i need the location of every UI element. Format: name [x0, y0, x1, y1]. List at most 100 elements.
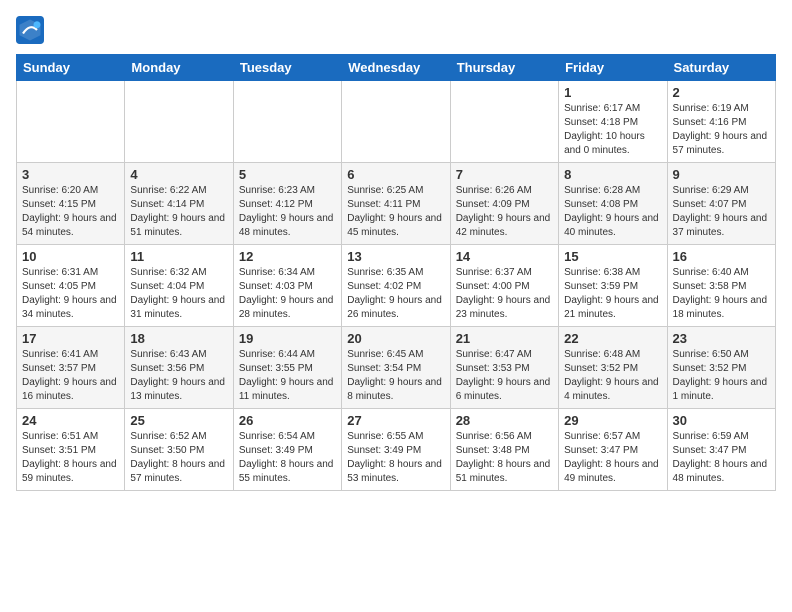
day-info: Sunrise: 6:25 AM Sunset: 4:11 PM Dayligh…	[347, 184, 444, 240]
calendar-cell: 9Sunrise: 6:29 AM Sunset: 4:07 PM Daylig…	[667, 163, 775, 245]
weekday-header-cell: Wednesday	[342, 55, 450, 81]
day-info: Sunrise: 6:48 AM Sunset: 3:52 PM Dayligh…	[564, 348, 661, 404]
logo	[16, 16, 48, 44]
day-number: 11	[130, 249, 227, 264]
day-info: Sunrise: 6:20 AM Sunset: 4:15 PM Dayligh…	[22, 184, 119, 240]
calendar-week-row: 24 Sunrise: 6:51 AM Sunset: 3:51 PM Dayli…	[17, 409, 776, 491]
day-number: 12	[239, 249, 336, 264]
calendar-cell	[450, 81, 558, 163]
day-info: Sunrise: 6:44 AM Sunset: 3:55 PM Dayligh…	[239, 348, 336, 404]
day-number: 7	[456, 167, 553, 182]
calendar-cell	[125, 81, 233, 163]
day-number: 15	[564, 249, 661, 264]
calendar-cell: 1 Sunrise: 6:17 AM Sunset: 4:18 PM Daylig…	[559, 81, 667, 163]
day-number: 16	[673, 249, 770, 264]
day-info: Sunrise: 6:28 AM Sunset: 4:08 PM Dayligh…	[564, 184, 661, 240]
day-info: Sunrise: 6:37 AM Sunset: 4:00 PM Dayligh…	[456, 266, 553, 322]
weekday-header-cell: Sunday	[17, 55, 125, 81]
day-number: 22	[564, 331, 661, 346]
calendar-cell: 26 Sunrise: 6:54 AM Sunset: 3:49 PM Dayli…	[233, 409, 341, 491]
calendar-cell: 21Sunrise: 6:47 AM Sunset: 3:53 PM Dayli…	[450, 327, 558, 409]
day-info: Sunrise: 6:51 AM Sunset: 3:51 PM Dayligh…	[22, 430, 119, 486]
calendar-cell: 3 Sunrise: 6:20 AM Sunset: 4:15 PM Daylig…	[17, 163, 125, 245]
calendar-cell: 10 Sunrise: 6:31 AM Sunset: 4:05 PM Dayli…	[17, 245, 125, 327]
day-info: Sunrise: 6:50 AM Sunset: 3:52 PM Dayligh…	[673, 348, 770, 404]
calendar-cell: 22 Sunrise: 6:48 AM Sunset: 3:52 PM Dayli…	[559, 327, 667, 409]
day-info: Sunrise: 6:23 AM Sunset: 4:12 PM Dayligh…	[239, 184, 336, 240]
calendar-cell: 23 Sunrise: 6:50 AM Sunset: 3:52 PM Dayli…	[667, 327, 775, 409]
day-number: 28	[456, 413, 553, 428]
day-info: Sunrise: 6:31 AM Sunset: 4:05 PM Dayligh…	[22, 266, 119, 322]
calendar-cell	[233, 81, 341, 163]
day-number: 24	[22, 413, 119, 428]
day-number: 27	[347, 413, 444, 428]
weekday-header-row: SundayMondayTuesdayWednesdayThursdayFrid…	[17, 55, 776, 81]
day-info: Sunrise: 6:34 AM Sunset: 4:03 PM Dayligh…	[239, 266, 336, 322]
day-number: 8	[564, 167, 661, 182]
day-info: Sunrise: 6:35 AM Sunset: 4:02 PM Dayligh…	[347, 266, 444, 322]
calendar-week-row: 10 Sunrise: 6:31 AM Sunset: 4:05 PM Dayli…	[17, 245, 776, 327]
logo-icon	[16, 16, 44, 44]
day-info: Sunrise: 6:47 AM Sunset: 3:53 PM Dayligh…	[456, 348, 553, 404]
day-info: Sunrise: 6:17 AM Sunset: 4:18 PM Dayligh…	[564, 102, 661, 158]
day-info: Sunrise: 6:26 AM Sunset: 4:09 PM Dayligh…	[456, 184, 553, 240]
weekday-header-cell: Thursday	[450, 55, 558, 81]
calendar-cell	[17, 81, 125, 163]
calendar-cell: 17 Sunrise: 6:41 AM Sunset: 3:57 PM Dayli…	[17, 327, 125, 409]
day-number: 2	[673, 85, 770, 100]
calendar-cell: 30 Sunrise: 6:59 AM Sunset: 3:47 PM Dayli…	[667, 409, 775, 491]
day-number: 10	[22, 249, 119, 264]
calendar-cell: 24 Sunrise: 6:51 AM Sunset: 3:51 PM Dayli…	[17, 409, 125, 491]
calendar-cell: 19 Sunrise: 6:44 AM Sunset: 3:55 PM Dayli…	[233, 327, 341, 409]
calendar-body: 1 Sunrise: 6:17 AM Sunset: 4:18 PM Daylig…	[17, 81, 776, 491]
day-number: 26	[239, 413, 336, 428]
day-number: 1	[564, 85, 661, 100]
day-info: Sunrise: 6:59 AM Sunset: 3:47 PM Dayligh…	[673, 430, 770, 486]
day-info: Sunrise: 6:56 AM Sunset: 3:48 PM Dayligh…	[456, 430, 553, 486]
calendar-cell: 14 Sunrise: 6:37 AM Sunset: 4:00 PM Dayli…	[450, 245, 558, 327]
calendar-cell: 25Sunrise: 6:52 AM Sunset: 3:50 PM Dayli…	[125, 409, 233, 491]
calendar-cell: 6 Sunrise: 6:25 AM Sunset: 4:11 PM Daylig…	[342, 163, 450, 245]
day-info: Sunrise: 6:19 AM Sunset: 4:16 PM Dayligh…	[673, 102, 770, 158]
day-info: Sunrise: 6:52 AM Sunset: 3:50 PM Dayligh…	[130, 430, 227, 486]
weekday-header-cell: Monday	[125, 55, 233, 81]
day-number: 23	[673, 331, 770, 346]
day-number: 17	[22, 331, 119, 346]
calendar-week-row: 1 Sunrise: 6:17 AM Sunset: 4:18 PM Daylig…	[17, 81, 776, 163]
calendar-cell: 27Sunrise: 6:55 AM Sunset: 3:49 PM Dayli…	[342, 409, 450, 491]
day-number: 6	[347, 167, 444, 182]
calendar-week-row: 3 Sunrise: 6:20 AM Sunset: 4:15 PM Daylig…	[17, 163, 776, 245]
calendar-cell: 16 Sunrise: 6:40 AM Sunset: 3:58 PM Dayli…	[667, 245, 775, 327]
calendar-week-row: 17 Sunrise: 6:41 AM Sunset: 3:57 PM Dayli…	[17, 327, 776, 409]
day-info: Sunrise: 6:40 AM Sunset: 3:58 PM Dayligh…	[673, 266, 770, 322]
calendar-cell: 11 Sunrise: 6:32 AM Sunset: 4:04 PM Dayli…	[125, 245, 233, 327]
day-number: 19	[239, 331, 336, 346]
weekday-header-cell: Tuesday	[233, 55, 341, 81]
day-number: 30	[673, 413, 770, 428]
day-number: 18	[130, 331, 227, 346]
day-info: Sunrise: 6:54 AM Sunset: 3:49 PM Dayligh…	[239, 430, 336, 486]
day-number: 5	[239, 167, 336, 182]
day-number: 14	[456, 249, 553, 264]
day-number: 29	[564, 413, 661, 428]
calendar-cell: 12 Sunrise: 6:34 AM Sunset: 4:03 PM Dayli…	[233, 245, 341, 327]
calendar-cell: 28 Sunrise: 6:56 AM Sunset: 3:48 PM Dayli…	[450, 409, 558, 491]
day-info: Sunrise: 6:38 AM Sunset: 3:59 PM Dayligh…	[564, 266, 661, 322]
calendar-cell: 2 Sunrise: 6:19 AM Sunset: 4:16 PM Daylig…	[667, 81, 775, 163]
calendar-cell: 13 Sunrise: 6:35 AM Sunset: 4:02 PM Dayli…	[342, 245, 450, 327]
calendar-cell: 15 Sunrise: 6:38 AM Sunset: 3:59 PM Dayli…	[559, 245, 667, 327]
day-info: Sunrise: 6:29 AM Sunset: 4:07 PM Dayligh…	[673, 184, 770, 240]
day-number: 3	[22, 167, 119, 182]
calendar-cell: 5 Sunrise: 6:23 AM Sunset: 4:12 PM Daylig…	[233, 163, 341, 245]
page-header	[16, 16, 776, 44]
calendar-cell	[342, 81, 450, 163]
day-info: Sunrise: 6:22 AM Sunset: 4:14 PM Dayligh…	[130, 184, 227, 240]
day-info: Sunrise: 6:41 AM Sunset: 3:57 PM Dayligh…	[22, 348, 119, 404]
day-info: Sunrise: 6:45 AM Sunset: 3:54 PM Dayligh…	[347, 348, 444, 404]
day-number: 13	[347, 249, 444, 264]
day-info: Sunrise: 6:32 AM Sunset: 4:04 PM Dayligh…	[130, 266, 227, 322]
calendar-cell: 8 Sunrise: 6:28 AM Sunset: 4:08 PM Daylig…	[559, 163, 667, 245]
day-info: Sunrise: 6:43 AM Sunset: 3:56 PM Dayligh…	[130, 348, 227, 404]
calendar-cell: 20Sunrise: 6:45 AM Sunset: 3:54 PM Dayli…	[342, 327, 450, 409]
calendar-cell: 4Sunrise: 6:22 AM Sunset: 4:14 PM Daylig…	[125, 163, 233, 245]
